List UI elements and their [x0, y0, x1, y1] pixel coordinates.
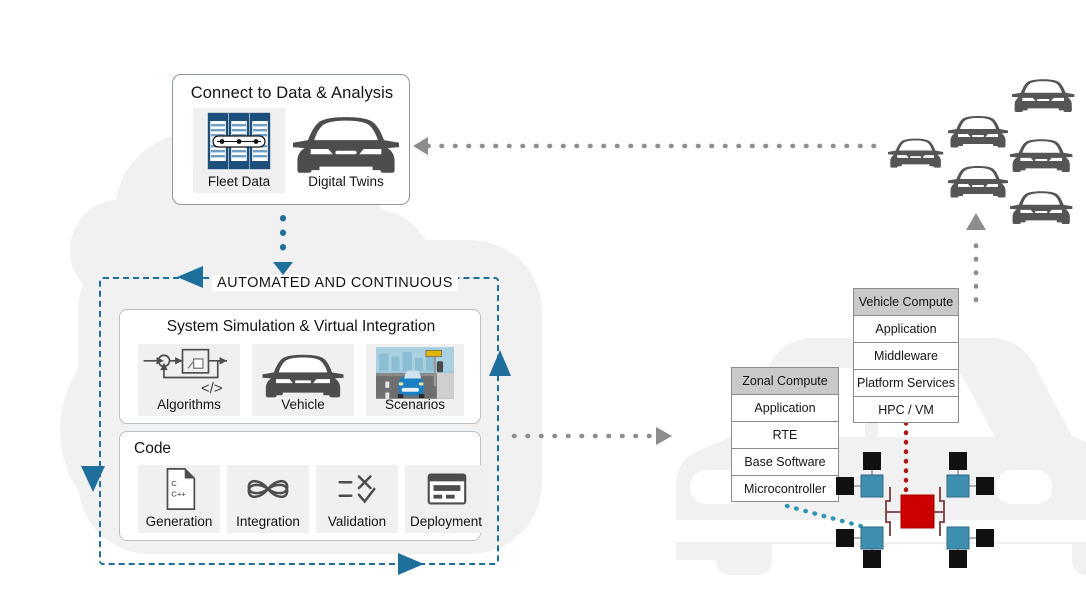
system-simulation-card[interactable]: System Simulation & Virtual Integration	[119, 309, 481, 424]
diagram-canvas: Connect to Data & Analysis Fleet Data Di…	[0, 0, 1086, 611]
automated-continuous-label: AUTOMATED AND CONTINUOUS	[212, 275, 458, 291]
fleet-to-connect-arrow	[413, 137, 887, 155]
zonal-stack-row-base-software: Base Software	[731, 448, 839, 475]
svg-text:C: C	[171, 479, 177, 488]
tile-validation[interactable]: Validation	[316, 465, 398, 533]
tile-label-scenarios: Scenarios	[384, 397, 446, 412]
tile-generation[interactable]: C C++ Generation	[138, 465, 220, 533]
vehicle-to-fleet-arrow	[966, 213, 986, 303]
car-front-icon	[293, 117, 399, 173]
svg-text:C++: C++	[171, 490, 186, 499]
deploy-window-icon	[427, 473, 467, 505]
zonal-stack-row-microcontroller: Microcontroller	[731, 475, 839, 502]
tile-label-vehicle: Vehicle	[281, 397, 325, 412]
tile-label-algorithms: Algorithms	[157, 397, 221, 412]
fleet-car-2	[948, 116, 1008, 148]
fleet-car-4	[948, 166, 1008, 198]
central-gateway-node	[900, 494, 935, 529]
fleet-car-3	[1012, 79, 1075, 112]
tile-label-integration: Integration	[236, 514, 300, 529]
vehicle-stack-row-application: Application	[853, 315, 959, 342]
tile-fleet-data[interactable]: Fleet Data	[193, 108, 285, 193]
svg-text:</>: </>	[201, 381, 222, 397]
tile-label-deployment: Deployment	[409, 514, 483, 529]
zonal-stack-row-rte: RTE	[731, 421, 839, 448]
c-cpp-document-icon: C C++	[166, 467, 196, 511]
fleet-car-1	[888, 138, 944, 168]
tile-scenarios[interactable]: Scenarios	[366, 344, 464, 416]
block-diagram-code-icon: </>	[143, 348, 228, 397]
connect-to-automated-arrow	[273, 215, 293, 275]
tile-label-validation: Validation	[327, 514, 387, 529]
tile-algorithms[interactable]: </> Algorithms	[138, 344, 240, 416]
vehicle-stack-row-hpc-vm: HPC / VM	[853, 396, 959, 423]
car-front-icon	[262, 354, 344, 398]
code-title: Code	[134, 440, 172, 457]
tile-digital-twins[interactable]: Digital Twins	[293, 108, 399, 193]
code-to-vehicle-arrow	[511, 427, 672, 445]
tile-label-digital-twins: Digital Twins	[308, 174, 384, 189]
zonal-stack-row-application: Application	[731, 394, 839, 421]
tile-label-generation: Generation	[145, 514, 213, 529]
connect-to-data-panel[interactable]: Connect to Data & Analysis Fleet Data Di…	[172, 74, 410, 205]
zonal-compute-stack[interactable]: Zonal Compute Application RTE Base Softw…	[731, 367, 839, 502]
interlocking-knot-icon	[247, 479, 289, 499]
server-rack-icon	[207, 112, 271, 170]
vehicle-stack-row-middleware: Middleware	[853, 342, 959, 369]
fleet-car-6	[1010, 191, 1073, 224]
checklist-x-check-icon	[338, 475, 376, 504]
tile-label-fleet-data: Fleet Data	[207, 174, 271, 189]
zonal-stack-header: Zonal Compute	[731, 367, 839, 394]
vehicle-stack-row-platform-services: Platform Services	[853, 369, 959, 396]
driving-scene-icon	[376, 347, 454, 399]
vehicle-stack-header: Vehicle Compute	[853, 288, 959, 315]
tile-deployment[interactable]: Deployment	[405, 465, 487, 533]
vehicle-compute-stack[interactable]: Vehicle Compute Application Middleware P…	[853, 288, 959, 423]
tile-vehicle[interactable]: Vehicle	[252, 344, 354, 416]
tile-integration[interactable]: Integration	[227, 465, 309, 533]
fleet-car-5	[1010, 139, 1073, 172]
connect-panel-title: Connect to Data & Analysis	[190, 84, 394, 102]
code-card[interactable]: Code C C++ Generation Integration Valida…	[119, 431, 487, 541]
system-simulation-title: System Simulation & Virtual Integration	[166, 318, 436, 335]
ecu-network-diagram[interactable]	[828, 440, 1008, 570]
